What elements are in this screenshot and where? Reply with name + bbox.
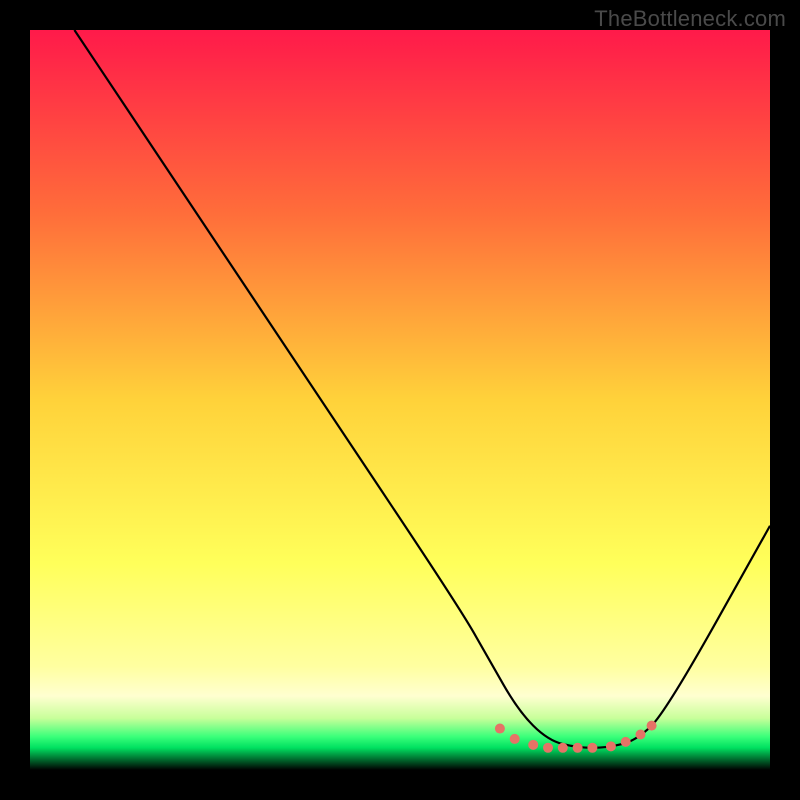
marker-point [606, 741, 616, 751]
marker-point [647, 721, 657, 731]
chart-svg [30, 30, 770, 770]
marker-point [621, 737, 631, 747]
marker-point [558, 743, 568, 753]
marker-point [510, 734, 520, 744]
gradient-background [30, 30, 770, 770]
marker-point [543, 743, 553, 753]
plot-area [30, 30, 770, 770]
marker-point [495, 724, 505, 734]
watermark-text: TheBottleneck.com [594, 6, 786, 32]
marker-point [573, 743, 583, 753]
marker-point [528, 740, 538, 750]
marker-point [587, 743, 597, 753]
marker-point [636, 729, 646, 739]
